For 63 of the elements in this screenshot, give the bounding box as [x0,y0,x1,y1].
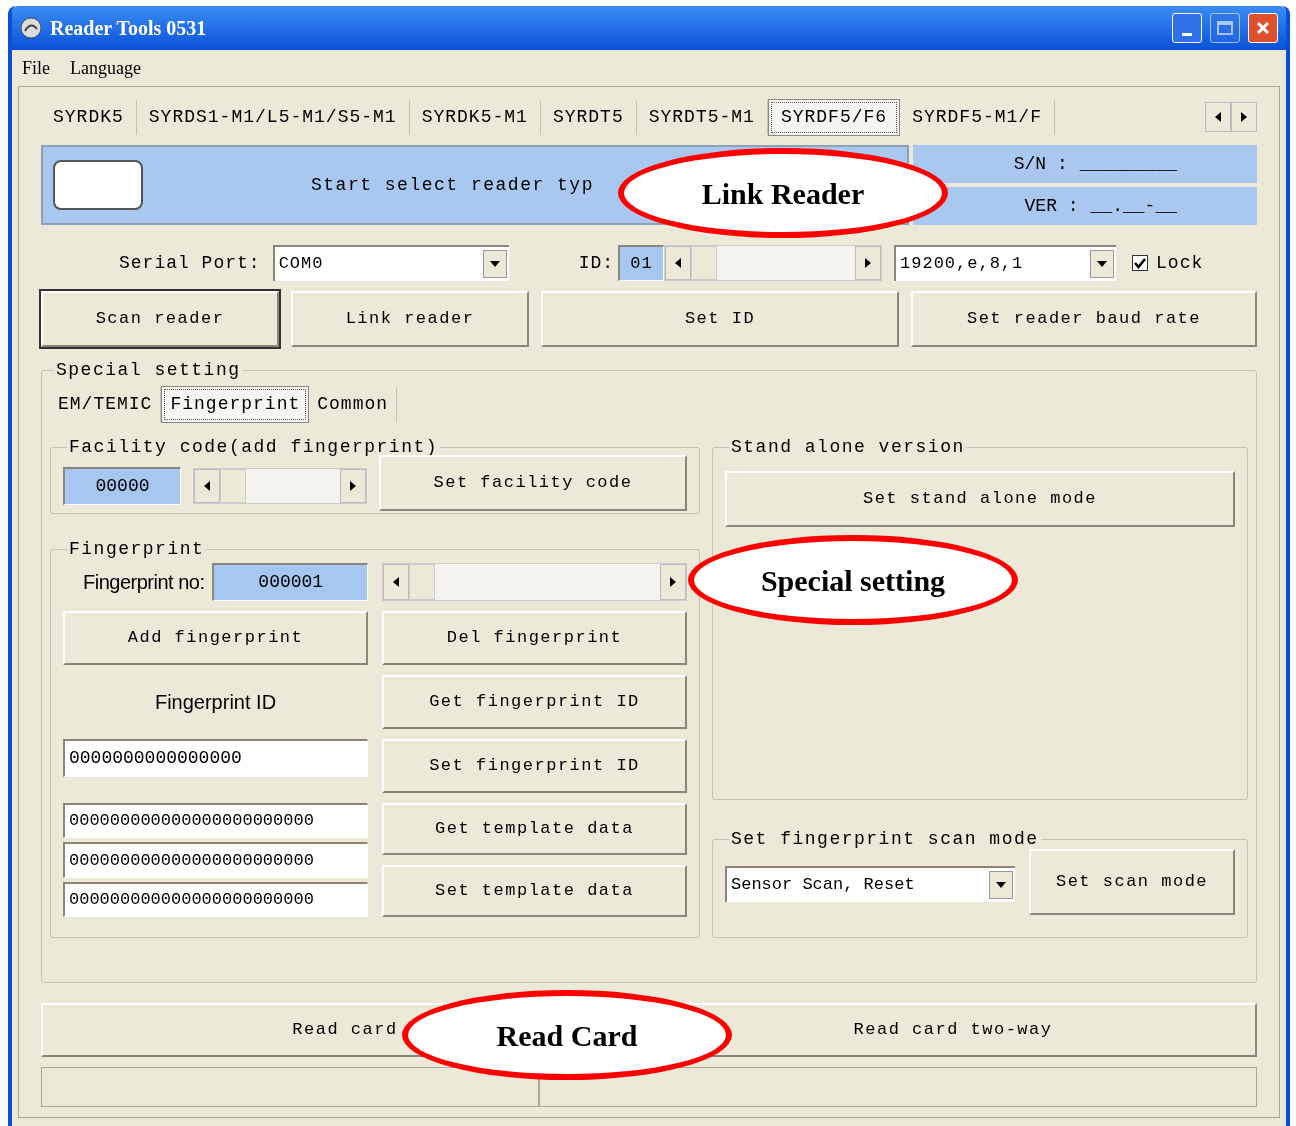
scroll-bar[interactable] [382,563,687,601]
input-field[interactable]: 000000000000000000000000 [63,842,368,878]
reader-tab[interactable]: SYRDK5-M1 [409,99,541,135]
group-title: Stand alone version [730,436,966,459]
group-title: Special setting [55,359,242,382]
version-label: VER : [1024,194,1079,218]
dropdown[interactable]: COM0 [272,245,509,281]
input-field[interactable]: 000001 [212,563,368,601]
push-button[interactable]: Set template data [382,865,687,917]
menu-item[interactable]: File [22,54,50,82]
reader-tab[interactable]: SYRDS1-M1/L5-M1/S5-M1 [136,99,410,135]
input-field[interactable]: 00000 [63,467,181,505]
group-title: Fingerprint [68,538,206,561]
serial-port-label: Serial Port: [119,251,261,275]
push-button[interactable]: Set fingerprint ID [382,739,687,793]
input-field[interactable]: 000000000000000000000000 [63,803,368,839]
checkbox[interactable] [1132,255,1149,271]
push-button[interactable]: Add fingerprint [63,611,368,665]
reader-tab[interactable]: SYRDK5 [41,99,137,135]
close-icon[interactable] [1248,13,1278,43]
setting-tab[interactable]: Fingerprint [161,385,310,423]
reader-tab[interactable]: SYRDT5-M1 [636,99,768,135]
scroll-thumb[interactable] [691,246,718,280]
id-label: ID: [578,251,615,275]
app-icon [20,17,42,39]
push-button[interactable]: Set stand alone mode [725,471,1235,527]
scroll-thumb[interactable] [220,469,246,503]
reader-tab[interactable]: SYRDF5-M1/F [900,99,1055,135]
serial-number-label: S/N : [1013,152,1068,176]
window-title: Reader Tools 0531 [50,16,207,41]
push-button[interactable]: Del fingerprint [382,611,687,665]
input-field[interactable]: 0000000000000000 [63,739,368,777]
serial-number-value: _________ [1079,152,1177,176]
push-button[interactable]: Set reader baud rate [911,291,1257,347]
maximize-icon[interactable] [1210,13,1240,43]
status-message: Start select reader typ [311,173,594,197]
dropdown[interactable]: 19200,e,8,1 [894,245,1117,281]
scroll-thumb[interactable] [409,564,435,600]
callout-text: Read Card [496,1017,638,1054]
input-field[interactable]: 01 [618,245,665,281]
checkbox-label: Lock [1156,251,1204,275]
reader-tab[interactable]: SYRDF5/F6 [767,98,901,136]
push-button[interactable]: Scan reader [41,291,279,347]
callout-text: Special setting [760,562,946,599]
group-title: Set fingerprint scan mode [730,828,1040,851]
version-value: __.__-__ [1090,194,1177,218]
push-button[interactable]: Set facility code [379,455,687,511]
push-button[interactable]: Get fingerprint ID [382,675,687,729]
dropdown[interactable]: Sensor Scan, Reset [725,866,1015,902]
minimize-icon[interactable] [1172,13,1202,43]
push-button[interactable]: Get template data [382,803,687,855]
fingerprint-number-label: Fingerprint no: [83,570,205,595]
fingerprint-id-label: Fingerprint ID [154,690,277,715]
push-button[interactable]: Set ID [541,291,899,347]
scroll-bar[interactable] [664,245,883,281]
reader-tab[interactable]: SYRDT5 [540,99,637,135]
scroll-bar[interactable] [193,468,367,504]
menu-item[interactable]: Language [70,54,141,82]
push-button[interactable]: Link reader [291,291,529,347]
callout-text: Link Reader [701,175,865,212]
input-field[interactable]: 000000000000000000000000 [63,881,368,917]
setting-tab[interactable]: Common [309,386,398,422]
push-button[interactable]: Set scan mode [1029,849,1235,915]
